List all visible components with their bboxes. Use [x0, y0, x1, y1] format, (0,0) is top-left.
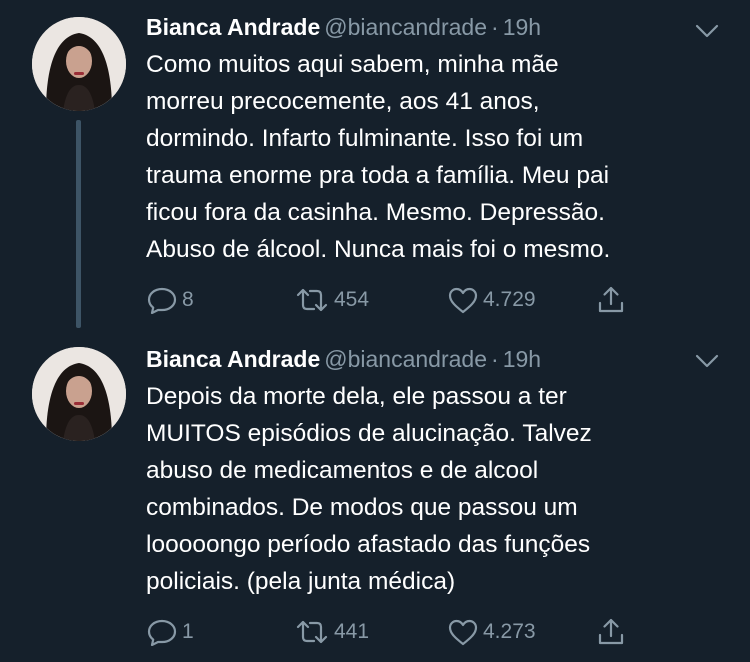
retweet-count: 454 — [334, 288, 370, 311]
retweet-icon — [296, 620, 328, 644]
author-handle[interactable]: @biancandrade — [324, 14, 487, 40]
tweet-text-line: combinados. De modos que passou um — [146, 494, 578, 521]
tweet-text-line: dormindo. Infarto fulminante. Isso foi u… — [146, 125, 584, 152]
like-button[interactable]: 4.273 — [447, 614, 536, 650]
author-handle[interactable]: @biancandrade — [324, 346, 487, 372]
reply-button[interactable]: 1 — [146, 614, 194, 650]
reply-button[interactable]: 8 — [146, 282, 194, 318]
separator-dot: · — [491, 14, 499, 40]
tweet-header: Bianca Andrade @biancandrade · 19h — [146, 341, 541, 377]
like-button[interactable]: 4.729 — [447, 282, 536, 318]
share-icon — [598, 286, 624, 313]
retweet-count: 441 — [334, 620, 370, 643]
timeline: Bianca Andrade @biancandrade · 19h Como mui… — [0, 0, 750, 662]
avatar-photo — [32, 17, 126, 111]
tweet-text-line: trauma enorme pra toda a família. Meu pa… — [146, 162, 610, 189]
tweet-text-line: Abuso de álcool. Nunca mais foi o mesmo. — [146, 236, 611, 263]
tweet-text: Depois da morte dela, ele passou a ter M… — [146, 378, 736, 600]
author-name[interactable]: Bianca Andrade — [146, 14, 320, 40]
reply-icon — [147, 287, 177, 314]
avatar[interactable] — [32, 347, 126, 441]
retweet-icon — [296, 288, 328, 312]
tweet-text-line: abuso de medicamentos e de alcool — [146, 457, 539, 484]
tweet-text-line: ficou fora da casinha. Mesmo. Depressão. — [146, 199, 605, 226]
thread-connector-line — [76, 120, 81, 328]
tweet-timestamp[interactable]: 19h — [503, 346, 541, 372]
heart-icon — [448, 619, 478, 646]
more-options-button[interactable] — [694, 21, 720, 41]
tweet[interactable]: Bianca Andrade @biancandrade · 19h Depois d… — [0, 338, 750, 662]
share-button[interactable] — [596, 282, 626, 318]
tweet[interactable]: Bianca Andrade @biancandrade · 19h Como mui… — [0, 0, 750, 338]
like-count: 4.729 — [483, 288, 536, 311]
tweet-text-line: looooongo período afastado das funções — [146, 531, 591, 558]
retweet-button[interactable]: 441 — [294, 614, 369, 650]
tweet-text-line: morreu precocemente, aos 41 anos, — [146, 88, 540, 115]
retweet-button[interactable]: 454 — [294, 282, 369, 318]
avatar[interactable] — [32, 17, 126, 111]
share-button[interactable] — [596, 614, 626, 650]
more-options-button[interactable] — [694, 351, 720, 371]
reply-count: 8 — [182, 288, 194, 311]
heart-icon — [448, 287, 478, 314]
reply-icon — [147, 619, 177, 646]
tweet-actions: 1 441 4.273 — [144, 614, 644, 650]
tweet-text-line: MUITOS episódios de alucinação. Talvez — [146, 420, 592, 447]
avatar-photo — [32, 347, 126, 441]
chevron-down-icon — [695, 24, 719, 38]
tweet-text: Como muitos aqui sabem, minha mãe morreu… — [146, 46, 736, 268]
like-count: 4.273 — [483, 620, 536, 643]
share-icon — [598, 618, 624, 645]
author-name[interactable]: Bianca Andrade — [146, 346, 320, 372]
tweet-timestamp[interactable]: 19h — [503, 14, 541, 40]
tweet-text-line: Como muitos aqui sabem, minha mãe — [146, 51, 559, 78]
chevron-down-icon — [695, 354, 719, 368]
tweet-text-line: Depois da morte dela, ele passou a ter — [146, 383, 567, 410]
tweet-actions: 8 454 4.729 — [144, 282, 644, 318]
tweet-text-line: policiais. (pela junta médica) — [146, 568, 456, 595]
separator-dot: · — [491, 346, 499, 372]
reply-count: 1 — [182, 620, 194, 643]
tweet-header: Bianca Andrade @biancandrade · 19h — [146, 9, 541, 45]
